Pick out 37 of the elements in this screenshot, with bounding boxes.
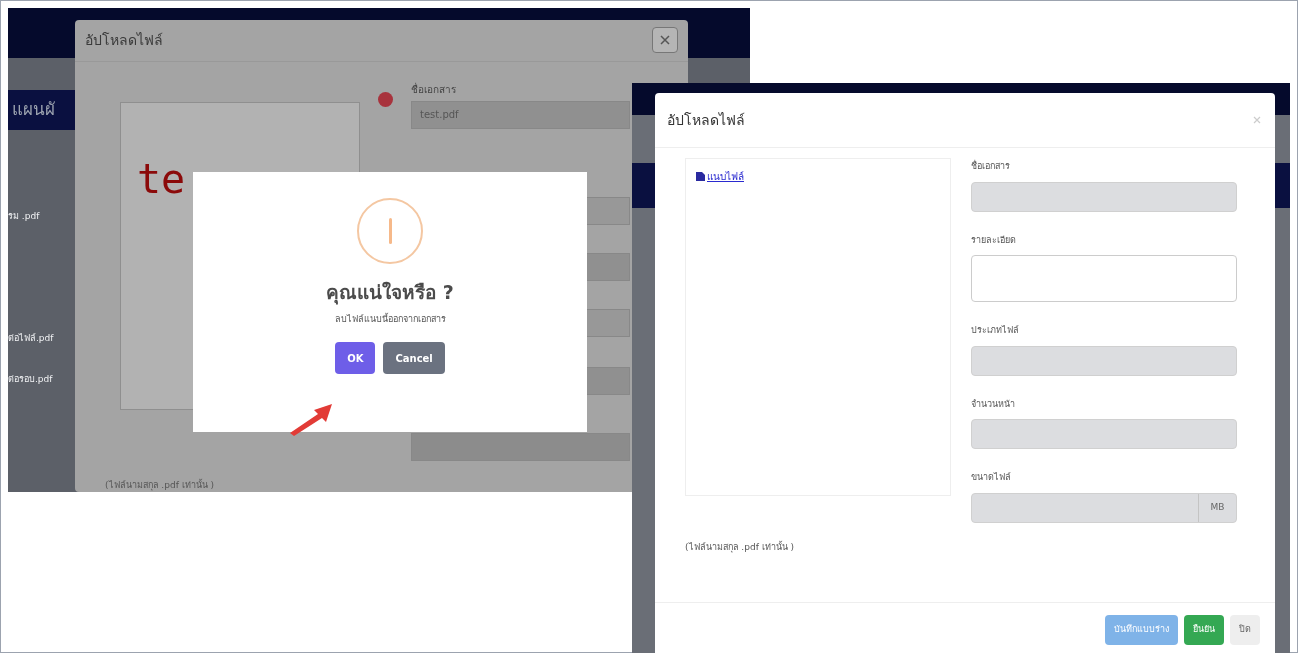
attach-file-link[interactable]: แนบไฟล์ [696, 169, 940, 184]
field-label: ขนาดไฟล์ [971, 471, 1012, 484]
field-label: จำนวนหน้า [971, 397, 1016, 411]
cancel-button[interactable]: Cancel [383, 342, 445, 374]
remove-icon[interactable] [378, 91, 393, 107]
field-label: รายละเอียด [971, 233, 1017, 247]
document-name-field[interactable]: test.pdf [411, 100, 630, 129]
unit-label: MB [1198, 493, 1236, 522]
text-field[interactable] [971, 181, 1237, 212]
text-field[interactable] [971, 345, 1237, 376]
close-icon [1253, 116, 1261, 124]
text-field[interactable]: MB [971, 492, 1237, 523]
preview-text: te [137, 154, 186, 204]
modal-title: อัปโหลดไฟล์ [667, 110, 745, 130]
list-item[interactable]: ต่อรอบ.pdf [8, 373, 74, 387]
dialog-message: ลบไฟล์แนบนี้ออกจากเอกสาร [334, 312, 446, 326]
warning-icon [357, 198, 423, 264]
text-field[interactable] [971, 419, 1237, 449]
list-item[interactable]: รม .pdf [8, 210, 74, 224]
file-type-note: (ไฟล์นามสกุล .pdf เท่านั้น ) [685, 540, 796, 554]
close-icon [660, 35, 670, 46]
text-area[interactable] [971, 255, 1237, 302]
confirm-button[interactable]: ยืนยัน [1184, 615, 1224, 645]
field-label: ชื่อเอกสาร [971, 160, 1011, 173]
file-icon [696, 172, 705, 181]
field-label: ประเภทไฟล์ [971, 324, 1020, 337]
field-label: ชื่อเอกสาร [411, 81, 457, 97]
confirm-button[interactable]: OK [335, 342, 376, 374]
close-button[interactable] [1251, 114, 1263, 126]
file-type-note: (ไฟล์นามสกุล .pdf เท่านั้น ) [105, 478, 216, 492]
close-button[interactable] [652, 27, 678, 54]
list-item[interactable]: ต่อไฟล์.pdf [8, 331, 74, 345]
page-heading: แผนผั [12, 98, 55, 122]
dialog-title: คุณแน่ใจหรือ ? [326, 280, 454, 307]
modal-title: อัปโหลดไฟล์ [85, 30, 163, 50]
select-field[interactable] [411, 432, 630, 461]
close-button[interactable]: ปิด [1230, 615, 1260, 645]
